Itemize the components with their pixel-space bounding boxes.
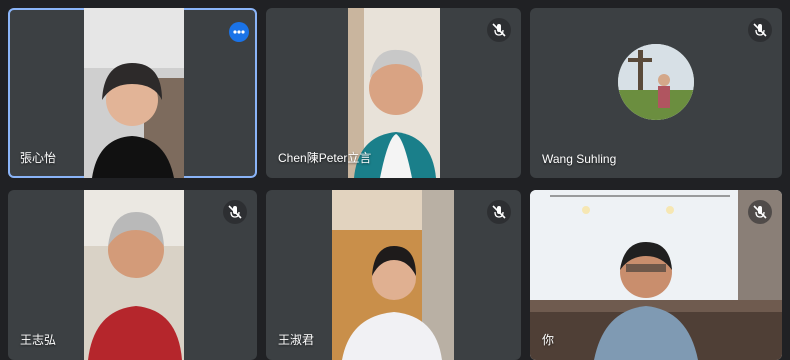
participant-video	[332, 190, 454, 360]
participant-tile[interactable]: Wang Suhling	[530, 8, 782, 178]
meeting-grid: 張心怡 Chen陳Peter立言 Wang Suhling 王志弘 王淑君 你	[0, 0, 790, 360]
participant-name: 張心怡	[20, 151, 57, 165]
participant-video	[84, 190, 184, 360]
mic-off-icon	[492, 23, 506, 37]
mic-off-icon	[753, 205, 767, 219]
more-options-icon	[233, 30, 245, 34]
participant-tile[interactable]: 王志弘	[8, 190, 257, 360]
participant-name: 王志弘	[20, 333, 57, 347]
more-options-button[interactable]	[229, 22, 249, 42]
mic-off-button[interactable]	[748, 18, 772, 42]
mic-off-button[interactable]	[487, 18, 511, 42]
participant-name: Wang Suhling	[542, 152, 617, 166]
participant-name: 王淑君	[278, 333, 315, 347]
participant-tile[interactable]: Chen陳Peter立言	[266, 8, 521, 178]
mic-off-button[interactable]	[487, 200, 511, 224]
participant-tile[interactable]: 你	[530, 190, 782, 360]
participant-name: 你	[542, 333, 555, 347]
participant-tile[interactable]: 王淑君	[266, 190, 521, 360]
mic-off-icon	[228, 205, 242, 219]
mic-off-button[interactable]	[223, 200, 247, 224]
participant-video	[84, 8, 184, 178]
mic-off-icon	[753, 23, 767, 37]
participant-avatar	[618, 44, 694, 120]
participant-name: Chen陳Peter立言	[278, 151, 372, 165]
mic-off-icon	[492, 205, 506, 219]
mic-off-button[interactable]	[748, 200, 772, 224]
participant-video	[530, 190, 782, 360]
participant-tile[interactable]: 張心怡	[8, 8, 257, 178]
